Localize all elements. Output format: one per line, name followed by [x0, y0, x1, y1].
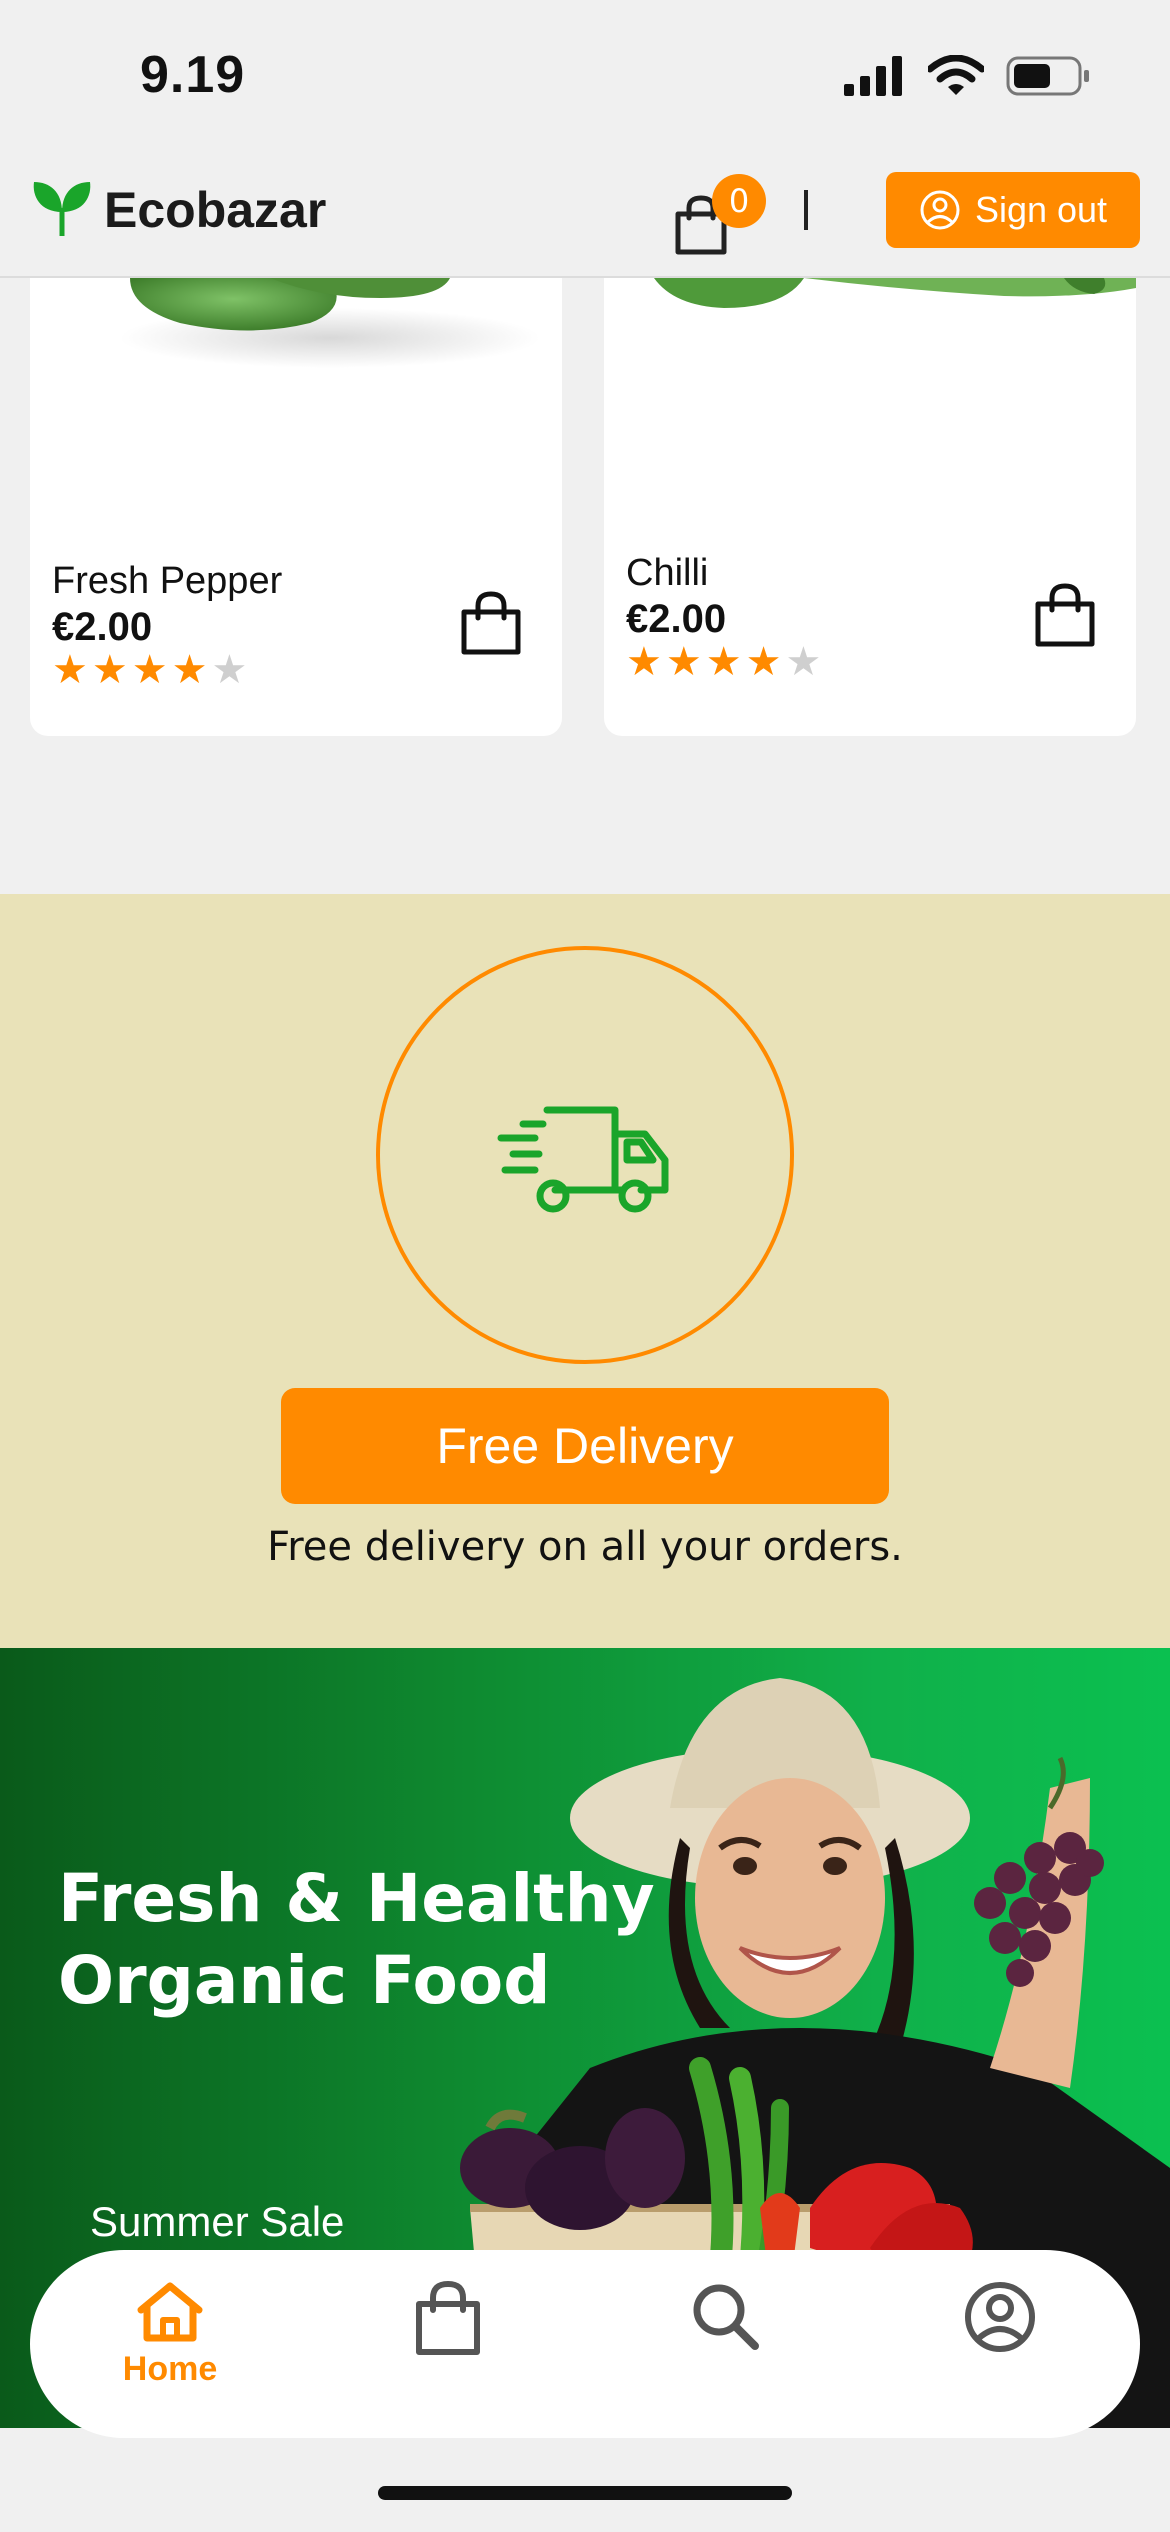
tab-cart[interactable] [378, 2280, 518, 2410]
sign-out-label: Sign out [974, 189, 1108, 230]
tab-profile[interactable] [930, 2280, 1070, 2410]
product-rating: ★ ★ ★ ★ ★ [52, 650, 247, 690]
cart-count-badge: 0 [712, 174, 766, 228]
battery-icon [1006, 56, 1089, 96]
star-icon: ★ [171, 647, 208, 693]
status-time: 9.19 [140, 46, 246, 104]
bottom-tab-bar: Home [30, 2250, 1140, 2438]
product-rating: ★ ★ ★ ★ ★ [626, 642, 821, 682]
product-card-chilli[interactable]: Chilli €2.00 ★ ★ ★ ★ ★ [604, 278, 1136, 736]
star-empty-icon: ★ [211, 647, 248, 693]
home-indicator[interactable] [378, 2486, 792, 2500]
star-icon: ★ [665, 639, 702, 685]
brand-name: Ecobazar [104, 182, 327, 238]
user-circle-icon [965, 2282, 1035, 2352]
star-icon: ★ [131, 647, 168, 693]
free-delivery-button[interactable]: Free Delivery [281, 1388, 889, 1504]
star-icon: ★ [705, 639, 742, 685]
leaf-logo-icon [33, 182, 91, 236]
status-icons [844, 55, 1090, 97]
product-price: €2.00 [626, 597, 727, 641]
hero-subtitle: Summer Sale [90, 2198, 345, 2245]
hero-title: Fresh & Healthy Organic Food [58, 1858, 655, 2022]
star-empty-icon: ★ [785, 639, 822, 685]
hero-title-line-2: Organic Food [58, 1942, 551, 2019]
wifi-icon [928, 55, 984, 95]
hero-title-line-1: Fresh & Healthy [58, 1860, 655, 1937]
home-icon [137, 2282, 203, 2342]
free-delivery-section: Free Delivery Free delivery on all your … [0, 894, 1170, 1648]
brand-logo[interactable]: Ecobazar [30, 178, 326, 242]
tab-search[interactable] [655, 2280, 795, 2410]
header-divider [804, 190, 808, 230]
product-grid: Fresh Pepper €2.00 ★ ★ ★ ★ ★ Chilli €2.0… [0, 278, 1170, 898]
product-card-fresh-pepper[interactable]: Fresh Pepper €2.00 ★ ★ ★ ★ ★ [30, 278, 562, 736]
star-icon: ★ [626, 639, 662, 685]
add-to-cart-bag-icon[interactable] [1032, 582, 1098, 648]
star-icon: ★ [745, 639, 782, 685]
tab-home-label: Home [122, 2350, 218, 2388]
delivery-icon-circle [376, 946, 794, 1364]
tab-home[interactable]: Home [100, 2280, 240, 2410]
product-name: Chilli [626, 552, 709, 594]
product-image-pepper [120, 278, 540, 368]
header-cart-button[interactable]: 0 [672, 174, 766, 260]
search-icon [693, 2284, 759, 2350]
user-circle-icon [920, 190, 960, 230]
add-to-cart-bag-icon[interactable] [458, 590, 524, 656]
free-delivery-description: Free delivery on all your orders. [267, 1524, 903, 1570]
delivery-truck-icon [497, 1106, 669, 1213]
product-price: €2.00 [52, 605, 153, 649]
star-icon: ★ [91, 647, 128, 693]
app-header: Ecobazar 0 Sign out [0, 160, 1170, 278]
status-bar: 9.19 [0, 0, 1170, 160]
star-icon: ★ [52, 647, 88, 693]
shopping-bag-icon [416, 2280, 480, 2355]
product-image-chilli [654, 278, 1136, 308]
product-name: Fresh Pepper [52, 560, 283, 602]
sign-out-button[interactable]: Sign out [886, 172, 1140, 248]
signal-icon [844, 56, 902, 96]
